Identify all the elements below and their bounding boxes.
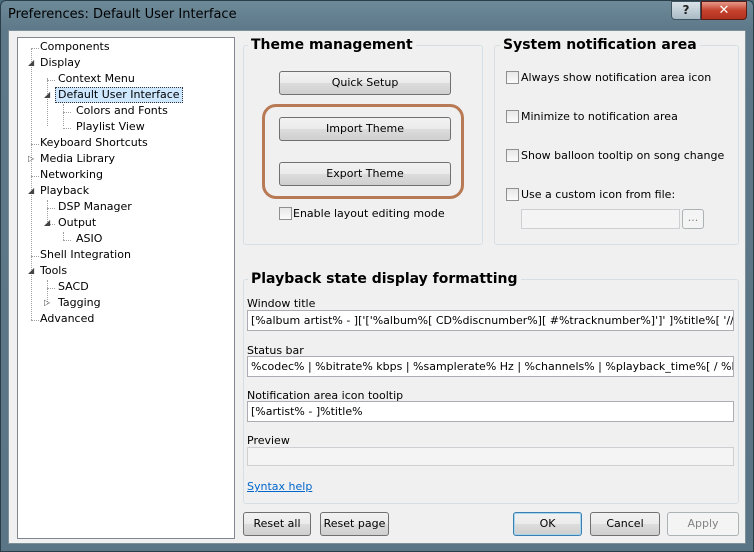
layout-editing-checkbox[interactable] [279, 207, 292, 220]
tree-item-asio[interactable]: ASIO [74, 231, 104, 247]
browse-icon-button: ... [682, 209, 704, 229]
tree-item-advanced[interactable]: Advanced [38, 311, 96, 327]
tree-item-default-user-interface[interactable]: Default User Interface [55, 87, 183, 103]
tree-item-media-library[interactable]: Media Library [38, 151, 117, 167]
tree-line [63, 104, 64, 126]
export-theme-button[interactable]: Export Theme [279, 162, 451, 186]
tree-line [47, 80, 55, 81]
preview-label: Preview [247, 434, 290, 447]
balloon-tooltip-label[interactable]: Show balloon tooltip on song change [521, 149, 724, 162]
tree-item-networking[interactable]: Networking [38, 167, 105, 183]
expand-arrow-icon[interactable]: ◢ [28, 263, 36, 279]
minimize-to-tray-checkbox[interactable] [506, 110, 519, 123]
tree-line [63, 128, 71, 129]
tree-item-tagging[interactable]: Tagging [56, 295, 103, 311]
close-button[interactable]: ✕ [701, 1, 747, 20]
minimize-to-tray-label[interactable]: Minimize to notification area [521, 110, 678, 123]
tree-item-colors-and-fonts[interactable]: Colors and Fonts [74, 103, 170, 119]
tree-item-playlist-view[interactable]: Playlist View [74, 119, 147, 135]
custom-icon-label[interactable]: Use a custom icon from file: [521, 188, 675, 201]
reset-all-button[interactable]: Reset all [243, 512, 311, 536]
tooltip-field[interactable]: [%artist% - ]%title% [247, 401, 734, 422]
tree-line [63, 112, 71, 113]
reset-page-button[interactable]: Reset page [320, 512, 389, 536]
window-title-field[interactable]: [%album artist% - ]['['%album%[ CD%discn… [247, 310, 734, 331]
help-button[interactable]: ? [671, 1, 701, 20]
tree-item-sacd[interactable]: SACD [56, 279, 91, 295]
always-show-icon-label[interactable]: Always show notification area icon [521, 71, 711, 84]
tree-item-shell-integration[interactable]: Shell Integration [38, 247, 133, 263]
tree-line [63, 232, 64, 240]
collapse-arrow-icon[interactable]: ▷ [44, 295, 52, 311]
import-theme-button[interactable]: Import Theme [279, 117, 451, 141]
status-bar-field[interactable]: %codec% | %bitrate% kbps | %samplerate% … [247, 356, 734, 377]
custom-icon-checkbox[interactable] [506, 188, 519, 201]
expand-arrow-icon[interactable]: ◢ [28, 183, 36, 199]
balloon-tooltip-checkbox[interactable] [506, 149, 519, 162]
formatting-title: Playback state display formatting [248, 271, 521, 287]
tree-item-output[interactable]: Output [56, 215, 98, 231]
tree-line [47, 288, 55, 289]
expand-arrow-icon[interactable]: ◢ [28, 55, 36, 71]
tree-item-components[interactable]: Components [38, 39, 112, 55]
tree-item-dsp-manager[interactable]: DSP Manager [56, 199, 134, 215]
preferences-tree[interactable]: ◢ ◢ ▷ ◢ ◢ ◢ ▷ Components Display Context… [17, 37, 235, 539]
window-title-label: Window title [247, 297, 316, 310]
theme-management-title: Theme management [248, 37, 416, 53]
expand-arrow-icon[interactable]: ◢ [44, 215, 52, 231]
tree-item-keyboard-shortcuts[interactable]: Keyboard Shortcuts [38, 135, 150, 151]
notification-area-title: System notification area [500, 37, 700, 53]
layout-editing-label[interactable]: Enable layout editing mode [293, 207, 445, 220]
close-icon: ✕ [718, 3, 730, 18]
quick-setup-button[interactable]: Quick Setup [279, 71, 451, 95]
always-show-icon-checkbox[interactable] [506, 71, 519, 84]
tree-item-context-menu[interactable]: Context Menu [56, 71, 137, 87]
tree-item-playback[interactable]: Playback [38, 183, 91, 199]
title-bar[interactable]: Preferences: Default User Interface ? ✕ [0, 0, 754, 30]
expand-arrow-icon[interactable]: ◢ [44, 87, 52, 103]
syntax-help-link[interactable]: Syntax help [247, 480, 312, 493]
custom-icon-path-field [521, 209, 680, 229]
tree-item-display[interactable]: Display [38, 55, 83, 71]
tree-line [47, 208, 55, 209]
cancel-button[interactable]: Cancel [590, 512, 660, 536]
tree-line [63, 240, 71, 241]
window-title: Preferences: Default User Interface [8, 7, 237, 22]
collapse-arrow-icon[interactable]: ▷ [28, 151, 36, 167]
tree-item-tools[interactable]: Tools [38, 263, 69, 279]
ok-button[interactable]: OK [513, 512, 582, 536]
preview-field [247, 447, 734, 466]
apply-button: Apply [667, 512, 739, 536]
